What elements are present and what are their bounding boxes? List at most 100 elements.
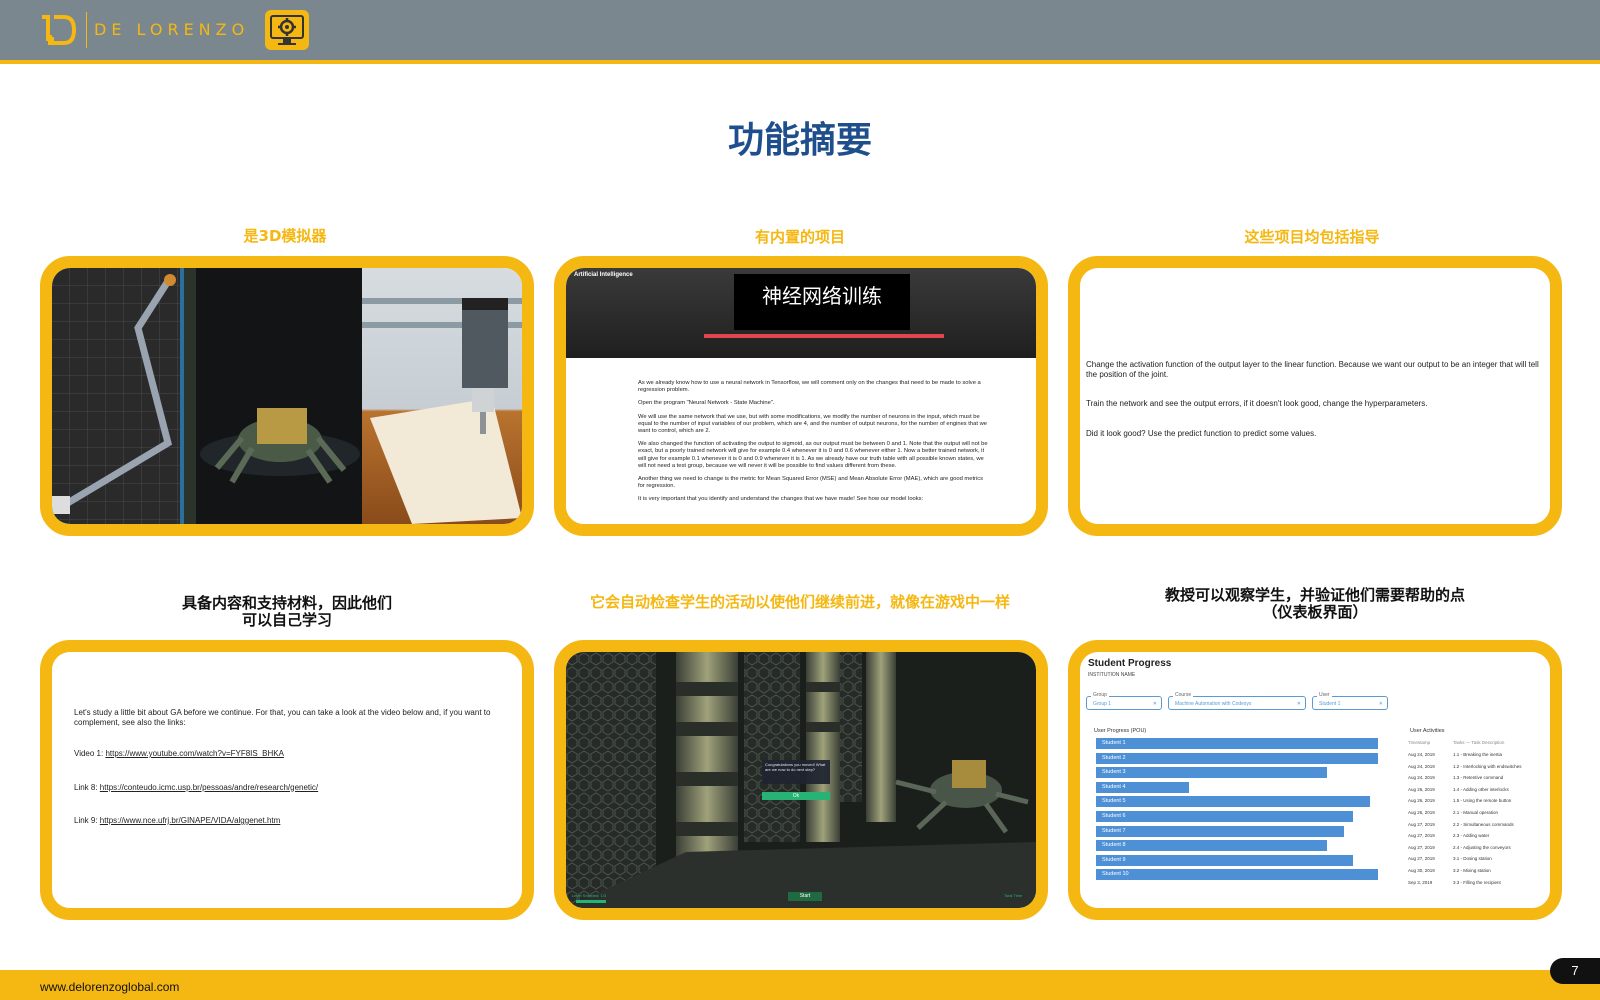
activity-row: Sep 3, 2019 3.3 - Filling the recipient [1408,880,1543,886]
activity-task: 1.3 - Retentive command [1453,775,1504,781]
page-title: 功能摘要 [727,120,872,161]
activity-row: Aug 26, 2019 1.4 - Adding other interlock… [1408,787,1543,793]
game-level-status: Level Selected: 1/3 [572,893,607,898]
student-progress-bar: Student 7 [1096,825,1344,837]
brand-name: DE LORENZO [94,20,250,39]
student-progress-bar: Student 5 [1096,796,1370,808]
panel-3d-simulator [40,256,534,536]
course-filter-value: Machine Automation with Codesys [1175,701,1252,707]
caption-auto-check: 它会自动检查学生的活动以使他们继续前进，就像在游戏中一样 [589,593,1010,611]
activity-date: Aug 27, 2019 [1408,856,1435,862]
activity-date: Aug 27, 2019 [1408,844,1435,850]
reference-link[interactable]: https://www.nce.ufrj.br/GINAPE/VIDA/algg… [100,816,281,825]
doc-paragraph: We also changed the function of activati… [638,441,988,469]
dashboard: Student Progress INSTITUTION NAME Group … [1080,652,1550,908]
guidance-body: Change the activation function of the ou… [1086,360,1542,438]
activity-date: Aug 24, 2019 [1408,752,1435,757]
student-progress-bar: Student 2 [1096,752,1378,764]
group-filter[interactable]: Group Group 1 ✕ [1086,692,1162,711]
activity-task: 3.2 - Mixing station [1453,868,1491,873]
activity-date: Aug 30, 2019 [1408,868,1435,873]
header-accent-line [0,60,1600,64]
activity-row: Aug 27, 2019 3.1 - Dosing station [1408,856,1543,862]
activity-row: Aug 24, 2019 1.1 - Breaking the inertia [1408,752,1543,758]
group-filter-label: Group [1091,692,1109,698]
activity-task: 1.5 - Using the remote button [1453,798,1512,804]
activity-row: Aug 24, 2019 1.2 - Interlocking with ends… [1408,764,1543,770]
activity-row: Aug 27, 2019 2.4 - Adjusting the conveyor… [1408,845,1543,851]
support-link-label: Link 8: [74,782,100,792]
support-intro: Let's study a little bit about GA before… [74,708,491,727]
doc-paragraph: It is very important that you identify a… [638,496,924,503]
activity-date: Aug 26, 2019 [1408,786,1435,792]
clear-icon[interactable]: ✕ [1153,697,1157,711]
activity-date: Aug 24, 2019 [1408,775,1435,781]
doc-paragraph: As we already know how to use a neural n… [638,380,981,394]
gear-monitor-icon [265,10,309,50]
clear-icon[interactable]: ✕ [1297,697,1301,711]
course-filter[interactable]: Course Machine Automation with Codesys ✕ [1168,692,1306,711]
footer-bar [0,970,1600,1000]
activity-task: 3.1 - Dosing station [1453,856,1492,862]
guidance-paragraph: Change the activation function of the ou… [1086,360,1539,379]
activity-task: 2.3 - Adding water [1453,833,1490,839]
game-screenshot [566,652,1036,908]
user-filter-value: Student 1 [1319,701,1341,707]
activity-date: Sep 3, 2019 [1408,879,1433,885]
activity-task: 2.4 - Adjusting the conveyors [1453,844,1511,850]
doc-tag: Artificial Intelligence [574,272,633,278]
delorenzo-logo-icon [42,15,77,45]
activity-task: 1.1 - Breaking the inertia [1453,752,1503,757]
user-filter-label: User [1317,692,1332,698]
doc-paragraph: Another thing we need to change is the m… [638,476,984,490]
activity-task: 2.1 - Manual operation [1453,810,1499,815]
progress-title: User Progress (POU) [1094,728,1147,734]
activity-row: Aug 30, 2019 3.2 - Mixing station [1408,868,1543,874]
activity-date: Aug 24, 2019 [1408,763,1435,769]
doc-paragraph: Open the program "Neural Network - State… [638,400,775,407]
activity-date: Aug 27, 2019 [1408,833,1435,839]
caption-built-in-projects: 有内置的项目 [754,228,845,246]
support-link-row: Link 8: https://conteudo.icmc.usp.br/pes… [74,783,498,793]
clear-icon[interactable]: ✕ [1379,697,1383,711]
activity-date: Aug 27, 2019 [1408,821,1435,827]
game-dialog-text: Congratulations you moved! What are we n… [765,762,826,772]
support-link-label: Link 9: [74,816,100,825]
footer-website[interactable]: www.delorenzoglobal.com [40,980,179,994]
doc-banner-underline [704,334,944,338]
doc-body: As we already know how to use a neural n… [638,380,990,504]
caption-dashboard: 教授可以观察学生，并验证他们需要帮助的点（仪表板界面） [1165,586,1466,621]
activities-title: User Activities [1410,728,1445,734]
panel-guidance: Change the activation function of the ou… [1068,256,1562,536]
video-link[interactable]: https://www.youtube.com/watch?v=FYF8IS_B… [105,749,284,758]
doc-paragraph: We will use the same network that we use… [638,413,987,435]
user-filter[interactable]: User Student 1 ✕ [1312,692,1388,711]
activity-row: Aug 27, 2019 2.2 - Simultaneous commands [1408,822,1543,828]
activity-task: 1.2 - Interlocking with endswitches [1453,763,1522,769]
caption-guidance: 这些项目均包括指导 [1244,228,1380,246]
dashboard-institution: INSTITUTION NAME [1088,672,1136,678]
group-filter-value: Group 1 [1093,701,1112,707]
activity-task: 3.3 - Filling the recipient [1453,879,1501,885]
caption-self-study: 具备内容和支持材料，因此他们可以自己学习 [182,594,393,629]
page-number: 7 [1550,958,1600,984]
activity-date: Aug 26, 2019 [1408,798,1435,804]
student-progress-bar: Student 1 [1096,738,1378,749]
game-start-button[interactable]: Start [788,892,822,901]
activity-task: 2.2 - Simultaneous commands [1453,821,1514,827]
game-time-status: Total Time [1004,893,1023,898]
game-dialog-ok-button[interactable]: Ok [762,792,830,800]
doc-banner-title: 神经网络训练 [734,274,910,330]
activity-task: 1.4 - Adding other interlocks [1453,786,1509,792]
reference-link[interactable]: https://conteudo.icmc.usp.br/pessoas/and… [100,783,318,792]
guidance-paragraph: Did it look good? Use the predict functi… [1086,428,1317,438]
course-filter-label: Course [1173,692,1194,698]
support-body: Let's study a little bit about GA before… [74,708,498,826]
activities-col-task: Tasks — Task Description [1453,740,1505,745]
student-progress-bar: Student 9 [1096,854,1353,866]
panel-game-check: Congratulations you moved! What are we n… [554,640,1048,920]
simulator-screenshot [52,268,522,524]
guidance-paragraph: Train the network and see the output err… [1086,399,1428,408]
panel-dashboard: Student Progress INSTITUTION NAME Group … [1068,640,1562,920]
support-link-label: Video 1: [74,749,106,758]
